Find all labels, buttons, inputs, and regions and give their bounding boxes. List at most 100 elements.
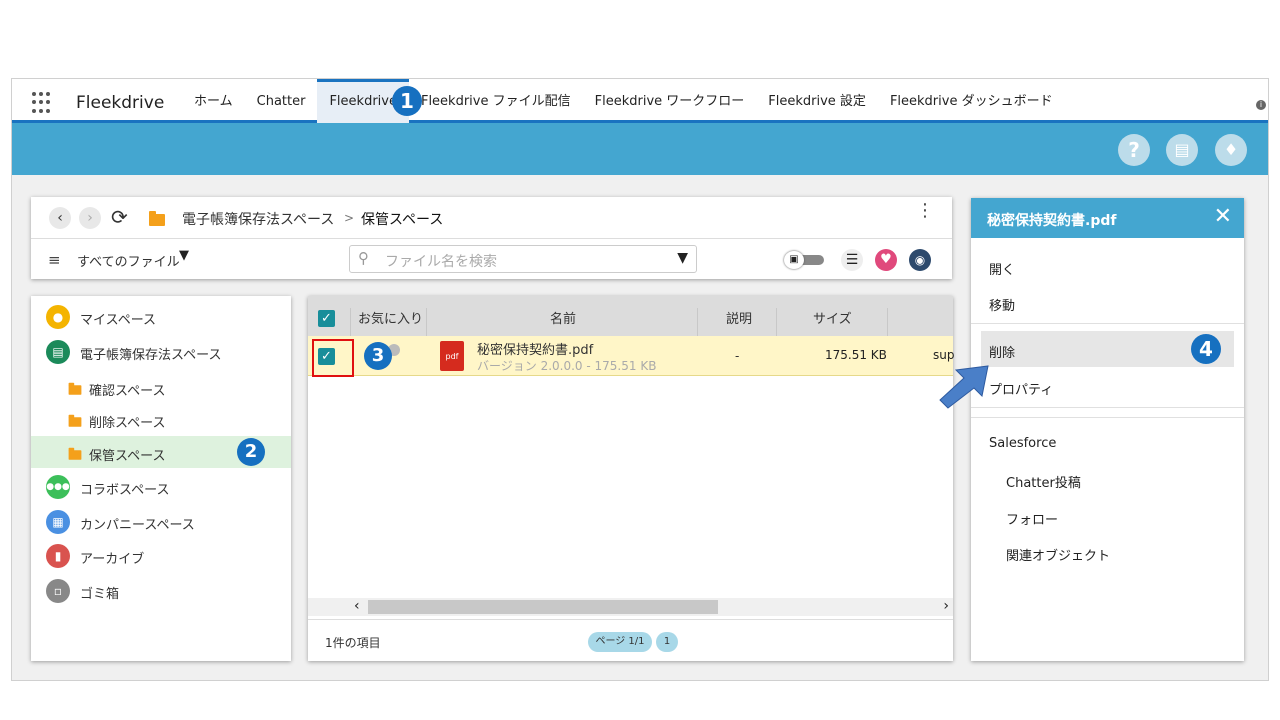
column-description[interactable]: 説明 xyxy=(726,308,752,327)
menu-open[interactable]: 開く xyxy=(989,259,1015,278)
panel-header: 秘密保持契約書.pdf ✕ xyxy=(971,198,1244,238)
menu-follow[interactable]: フォロー xyxy=(1006,509,1058,528)
breadcrumb-current: 保管スペース xyxy=(361,212,444,228)
scroll-thumb[interactable] xyxy=(368,600,718,614)
search-dropdown-icon[interactable]: ▼ xyxy=(677,250,688,266)
row-checkbox[interactable]: ✓ xyxy=(318,348,335,365)
tab-home[interactable]: ホーム xyxy=(182,79,245,123)
search-box[interactable]: ⚲ ファイル名を検索 ▼ xyxy=(349,245,697,273)
item-count: 1件の項目 xyxy=(325,636,381,650)
tree-item-storage-space[interactable]: 保管スペース 2 xyxy=(31,436,291,468)
filter-dropdown-icon[interactable]: ▼ xyxy=(179,248,189,263)
more-options-icon[interactable]: ⋮ xyxy=(916,202,934,220)
thumbnail-toggle[interactable]: ▣ xyxy=(784,251,824,269)
favorite-filter-icon[interactable]: ♥ xyxy=(875,249,897,271)
page-number-button[interactable]: 1 xyxy=(656,632,678,652)
tree-item-label: マイスペース xyxy=(80,313,157,328)
menu-move[interactable]: 移動 xyxy=(989,295,1015,314)
menu-properties[interactable]: プロパティ xyxy=(989,379,1053,398)
tree-item-collab-space[interactable]: ●●● コラボスペース xyxy=(31,470,291,502)
tree-item-archive[interactable]: ▮ アーカイブ xyxy=(31,539,291,571)
trash-icon: ▫ xyxy=(46,579,70,603)
tree-item-confirm-space[interactable]: 確認スペース xyxy=(31,371,291,403)
tree-item-delete-space[interactable]: 削除スペース xyxy=(31,403,291,435)
file-version: バージョン 2.0.0.0 - 175.51 KB xyxy=(477,359,657,373)
top-navigation: Fleekdrive ホーム Chatter Fleekdrive Fleekd… xyxy=(12,79,1268,123)
file-name[interactable]: 秘密保持契約書.pdf xyxy=(477,339,593,358)
column-name[interactable]: 名前 xyxy=(550,308,576,327)
annotation-arrow xyxy=(939,365,989,409)
space-tree: ● マイスペース ▤ 電子帳簿保存法スペース 確認スペース 削除スペース 保管ス… xyxy=(31,296,291,661)
annotation-badge-4: 4 xyxy=(1191,334,1221,364)
menu-delete[interactable]: 削除 xyxy=(989,342,1015,361)
column-size[interactable]: サイズ xyxy=(813,308,852,327)
tab-settings[interactable]: Fleekdrive 設定 xyxy=(756,79,878,123)
horizontal-scrollbar[interactable]: ‹ › xyxy=(308,598,953,616)
tree-item-my-space[interactable]: ● マイスペース xyxy=(31,300,291,332)
tree-item-label: 保管スペース xyxy=(89,449,166,464)
info-icon[interactable]: i xyxy=(1256,100,1266,110)
file-grid: ✓ お気に入り 名前 説明 サイズ ✓ 3 pdf 秘密保持契約書.pdf バー… xyxy=(308,296,954,661)
app-name: Fleekdrive xyxy=(76,93,165,113)
user-icon: ● xyxy=(46,305,70,329)
app-launcher-icon[interactable] xyxy=(32,92,54,114)
search-icon: ⚲ xyxy=(358,249,369,267)
menu-chatter-post[interactable]: Chatter投稿 xyxy=(1006,472,1081,491)
file-detail-panel: 秘密保持契約書.pdf ✕ 開く 移動 削除 4 プロパティ Salesforc… xyxy=(971,198,1244,661)
menu-related-objects[interactable]: 関連オブジェクト xyxy=(1006,545,1110,564)
tree-item-ebook-space[interactable]: ▤ 電子帳簿保存法スペース xyxy=(31,335,291,367)
scroll-left-icon[interactable]: ‹ xyxy=(354,598,360,614)
tree-item-label: アーカイブ xyxy=(80,552,145,567)
annotation-badge-3: 3 xyxy=(364,342,392,370)
close-icon[interactable]: ✕ xyxy=(1214,204,1232,229)
bell-icon[interactable]: ♦ xyxy=(1215,134,1247,166)
tree-item-company-space[interactable]: ▦ カンパニースペース xyxy=(31,505,291,537)
help-icon[interactable]: ? xyxy=(1118,134,1150,166)
breadcrumb-parent[interactable]: 電子帳簿保存法スペース xyxy=(182,209,334,229)
ledger-icon: ▤ xyxy=(46,340,70,364)
column-favorite[interactable]: お気に入り xyxy=(358,308,423,327)
tag-filter-icon[interactable]: ◉ xyxy=(909,249,931,271)
tab-workflow[interactable]: Fleekdrive ワークフロー xyxy=(583,79,757,123)
annotation-badge-1: 1 xyxy=(392,86,422,116)
folder-icon xyxy=(68,382,82,395)
tab-chatter[interactable]: Chatter xyxy=(245,79,318,123)
grid-header: ✓ お気に入り 名前 説明 サイズ xyxy=(308,296,953,348)
nav-tabs: ホーム Chatter Fleekdrive Fleekdrive ファイル配信… xyxy=(182,79,1065,123)
forward-icon[interactable]: › xyxy=(79,207,101,229)
file-description: - xyxy=(735,349,740,363)
refresh-icon[interactable]: ⟳ xyxy=(111,205,128,229)
section-salesforce: Salesforce xyxy=(989,436,1057,451)
filter-icon[interactable]: ≡ xyxy=(48,251,61,269)
breadcrumb-panel: ‹ › ⟳ 電子帳簿保存法スペース > 保管スペース ⋮ ≡ すべてのファイル … xyxy=(31,197,952,279)
header-band: ? ▤ ♦ xyxy=(12,123,1268,175)
list-view-icon[interactable]: ☰ xyxy=(841,249,863,271)
back-icon[interactable]: ‹ xyxy=(49,207,71,229)
folder-icon xyxy=(149,211,165,226)
pdf-file-icon: pdf xyxy=(440,341,464,371)
filter-label[interactable]: すべてのファイル xyxy=(77,251,180,270)
tree-item-label: コラボスペース xyxy=(80,483,170,498)
archive-icon: ▮ xyxy=(46,544,70,568)
scroll-right-icon[interactable]: › xyxy=(943,598,949,614)
tree-item-trash[interactable]: ▫ ゴミ箱 xyxy=(31,574,291,606)
document-icon[interactable]: ▤ xyxy=(1166,134,1198,166)
filter-bar: ≡ すべてのファイル ▼ ⚲ ファイル名を検索 ▼ ▣ ☰ ♥ ◉ xyxy=(31,238,952,279)
building-icon: ▦ xyxy=(46,510,70,534)
folder-icon xyxy=(68,447,82,460)
breadcrumb-separator: > xyxy=(344,211,355,225)
page-indicator: ページ 1/1 xyxy=(588,632,652,652)
panel-title: 秘密保持契約書.pdf xyxy=(987,213,1117,229)
tree-item-label: 確認スペース xyxy=(89,384,166,399)
file-size: 175.51 KB xyxy=(825,348,887,362)
select-all-checkbox[interactable]: ✓ xyxy=(318,310,335,327)
tree-item-label: 削除スペース xyxy=(89,416,166,431)
tab-file-delivery[interactable]: Fleekdrive ファイル配信 xyxy=(409,79,583,123)
search-input[interactable]: ファイル名を検索 xyxy=(385,251,497,271)
table-row[interactable]: ✓ 3 pdf 秘密保持契約書.pdf バージョン 2.0.0.0 - 175.… xyxy=(308,336,954,377)
tab-dashboard[interactable]: Fleekdrive ダッシュボード xyxy=(878,79,1065,123)
annotation-badge-2: 2 xyxy=(237,438,265,466)
tree-item-label: ゴミ箱 xyxy=(80,587,120,602)
menu-delete-row[interactable]: 削除 4 xyxy=(981,331,1234,367)
folder-icon xyxy=(68,414,82,427)
